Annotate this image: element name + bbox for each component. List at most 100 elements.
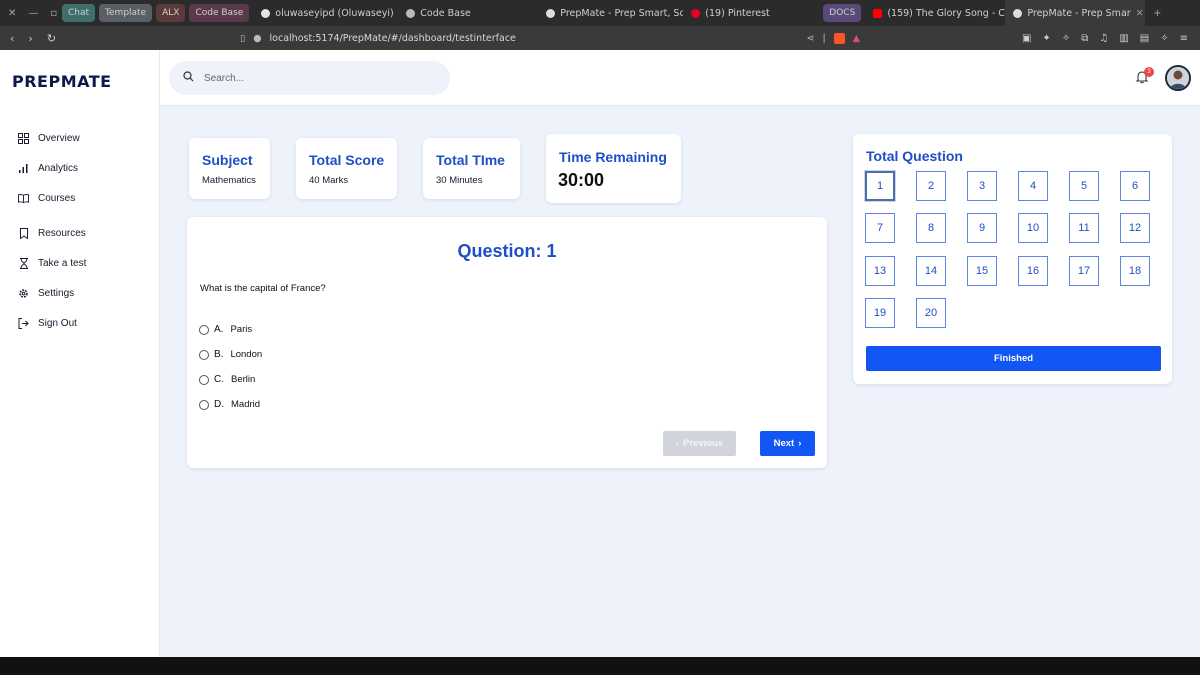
tab-group-pill[interactable]: ALX [156, 4, 186, 22]
browser-tab[interactable]: PrepMate - Prep Smart, Sc [538, 0, 683, 26]
gear-icon [18, 288, 29, 299]
new-tab-button[interactable]: + [1145, 0, 1165, 26]
sidebar: PREPMATE Overview Analytics Courses Reso… [0, 50, 160, 657]
brave-rewards-icon[interactable]: ▲ [853, 33, 860, 44]
question-number-button[interactable]: 1 [865, 171, 895, 201]
avatar[interactable] [1165, 65, 1191, 91]
extension-icon[interactable]: ✦ [1042, 33, 1050, 44]
menu-icon[interactable]: ≡ [1180, 33, 1188, 44]
question-number-button[interactable]: 2 [916, 171, 946, 201]
option-a[interactable]: A. Paris [199, 324, 252, 335]
pinterest-icon [691, 8, 701, 18]
tab-search-icon[interactable]: ▫ [50, 8, 57, 19]
divider-icon: | [822, 32, 826, 44]
sidebar-item-label: Settings [38, 287, 75, 299]
radio-button[interactable] [199, 324, 209, 335]
tab-group-label: DOCS [829, 8, 856, 18]
brave-shields-icon[interactable] [833, 32, 845, 44]
sidebar-item-analytics[interactable]: Analytics [18, 160, 78, 176]
chevron-right-icon: › [798, 438, 802, 449]
close-window-icon[interactable]: ✕ [8, 8, 16, 19]
extension-icon[interactable]: ✧ [1062, 33, 1070, 44]
sidebar-item-resources[interactable]: Resources [18, 225, 86, 241]
sidebar-item-courses[interactable]: Courses [18, 190, 75, 206]
question-navigator-card: Total Question 1 2 3 4 5 6 7 8 9 10 11 1… [853, 134, 1172, 384]
docs-tab-group-pill[interactable]: DOCS [823, 4, 862, 22]
time-remaining-value: 30:00 [558, 170, 605, 190]
tab-title: PrepMate - Prep Smar [1027, 7, 1131, 19]
question-number-button[interactable]: 8 [916, 213, 946, 243]
forward-icon[interactable]: › [28, 32, 32, 45]
browser-tab[interactable]: (19) Pinterest [683, 0, 825, 26]
option-text: Paris [230, 324, 253, 335]
screen-bottom-bar [0, 657, 1200, 675]
next-label: Next [773, 438, 795, 449]
youtube-icon [873, 8, 883, 18]
next-button[interactable]: Next › [760, 431, 815, 456]
question-number-button[interactable]: 17 [1069, 256, 1099, 286]
browser-tab[interactable]: (159) The Glory Song - C [865, 0, 1005, 26]
browser-tab[interactable]: Code Base [398, 0, 538, 26]
option-letter: A. [214, 324, 224, 335]
wallet-icon[interactable]: ▤ [1140, 33, 1149, 44]
back-icon[interactable]: ‹ [10, 32, 14, 45]
sidebar-item-take-a-test[interactable]: Take a test [18, 255, 86, 271]
app-viewport: PREPMATE Overview Analytics Courses Reso… [0, 50, 1200, 657]
option-b[interactable]: B. London [199, 349, 262, 360]
question-number-button[interactable]: 14 [916, 256, 946, 286]
question-number-button[interactable]: 7 [865, 213, 895, 243]
sidebar-toggle-icon[interactable]: ▥ [1119, 33, 1128, 44]
tab-group-label: Chat [68, 8, 90, 18]
question-number-button[interactable]: 4 [1018, 171, 1048, 201]
close-tab-icon[interactable]: ✕ [1136, 8, 1144, 19]
browser-tab[interactable]: oluwaseyipd (Oluwaseyi) [253, 0, 398, 26]
previous-button[interactable]: ‹ Previous [663, 431, 736, 456]
sidebar-item-label: Sign Out [38, 317, 77, 329]
url-bar[interactable]: ▯ ● localhost:5174/PrepMate/#/dashboard/… [230, 28, 870, 48]
music-icon[interactable]: ♫ [1099, 33, 1108, 44]
question-title: Question: 1 [457, 241, 557, 261]
url-text[interactable]: localhost:5174/PrepMate/#/dashboard/test… [270, 33, 516, 44]
browser-tab-active[interactable]: PrepMate - Prep Smar ✕ [1005, 0, 1146, 26]
search-icon [183, 69, 194, 87]
site-info-icon[interactable]: ● [253, 33, 261, 44]
option-c[interactable]: C. Berlin [199, 374, 255, 385]
radio-button[interactable] [199, 374, 209, 385]
sidebar-item-sign-out[interactable]: Sign Out [18, 315, 77, 331]
ai-icon[interactable]: ✧ [1160, 33, 1168, 44]
prepmate-logo[interactable]: PREPMATE [12, 72, 112, 91]
question-number-button[interactable]: 18 [1120, 256, 1150, 286]
question-number-button[interactable]: 19 [865, 298, 895, 328]
search-bar[interactable] [169, 61, 450, 95]
tab-group-pill[interactable]: Code Base [189, 4, 250, 22]
share-icon[interactable]: ⋖ [807, 33, 815, 44]
search-input[interactable] [204, 72, 424, 84]
question-number-button[interactable]: 12 [1120, 213, 1150, 243]
total-score-label: Total Score [309, 152, 385, 168]
minimize-window-icon[interactable]: — [28, 8, 38, 19]
puzzle-icon[interactable]: ⧉ [1081, 33, 1088, 44]
question-number-button[interactable]: 5 [1069, 171, 1099, 201]
finished-button[interactable]: Finished [866, 346, 1161, 371]
question-number-button[interactable]: 3 [967, 171, 997, 201]
option-d[interactable]: D. Madrid [199, 399, 260, 410]
tab-group-pill[interactable]: Chat [62, 4, 96, 22]
question-number-button[interactable]: 10 [1018, 213, 1048, 243]
sidebar-item-overview[interactable]: Overview [18, 130, 80, 146]
radio-button[interactable] [199, 399, 209, 410]
radio-button[interactable] [199, 349, 209, 360]
extension-icon[interactable]: ▣ [1022, 33, 1031, 44]
sidebar-item-settings[interactable]: Settings [18, 285, 74, 301]
question-number-button[interactable]: 13 [865, 256, 895, 286]
question-number-button[interactable]: 15 [967, 256, 997, 286]
total-time-value: 30 Minutes [436, 175, 483, 186]
question-number-button[interactable]: 6 [1120, 171, 1150, 201]
question-number-button[interactable]: 16 [1018, 256, 1048, 286]
bookmark-page-icon[interactable]: ▯ [240, 33, 245, 44]
question-number-button[interactable]: 20 [916, 298, 946, 328]
reload-icon[interactable]: ↻ [47, 32, 56, 45]
sidebar-item-label: Take a test [38, 257, 87, 269]
tab-group-pill[interactable]: Template [99, 4, 153, 22]
question-number-button[interactable]: 11 [1069, 213, 1099, 243]
question-number-button[interactable]: 9 [967, 213, 997, 243]
